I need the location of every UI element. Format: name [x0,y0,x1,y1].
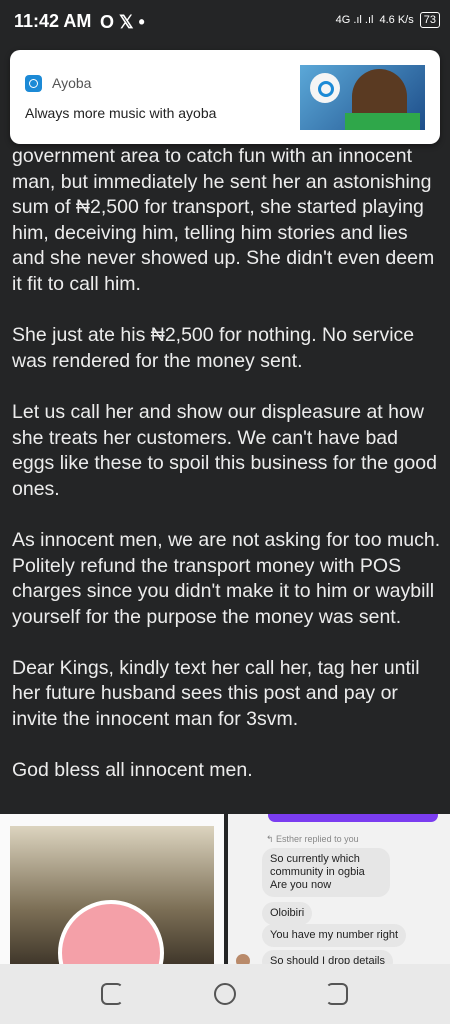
ayoba-app-icon [25,75,42,92]
system-nav-bar [0,964,450,1024]
post-paragraph: As innocent men, we are not asking for t… [12,528,441,628]
ayoba-logo-icon [310,73,340,103]
back-icon[interactable] [326,983,348,1005]
post-photo[interactable] [0,814,224,964]
status-notification-icons: O 𝕏 • [100,12,145,32]
post-paragraph: Let us call her and show our displeasure… [12,400,437,500]
recent-apps-icon[interactable] [101,983,123,1005]
chat-avatar [236,954,250,964]
battery-icon: 73 [419,12,440,28]
chat-bubble: So currently which community in ogbia Ar… [262,848,390,897]
post-paragraph: God bless all innocent men. [12,759,253,782]
post-paragraph: Dear Kings, kindly text her call her, ta… [12,656,420,731]
notification-message: Always more music with ayoba [25,105,217,121]
chat-sent-bubble [268,814,438,822]
network-speed: 4.6 K/s [379,14,414,26]
post-body: government area to catch fun with an inn… [12,144,442,809]
notification-banner[interactable]: Ayoba Always more music with ayoba [10,50,440,144]
chat-reply-note: ↰ Esther replied to you [266,834,359,844]
post-images[interactable]: ↰ Esther replied to you So currently whi… [0,814,450,964]
chat-bubble: Oloibiri [262,902,313,925]
home-icon[interactable] [214,983,236,1005]
chat-bubble: So should I drop details [262,950,393,964]
signal-icon: 4G .ıl .ıl [335,14,374,26]
status-time: 11:42 AM [14,11,92,31]
notification-image [300,65,425,130]
chat-bubble: You have my number right [262,924,406,947]
notification-app-name: Ayoba [52,75,92,91]
thumb-shirt [345,113,420,130]
status-right-group: 4G .ıl .ıl 4.6 K/s 73 [336,12,440,28]
status-bar: 11:42 AM O 𝕏 • 4G .ıl .ıl 4.6 K/s 73 [0,0,450,44]
post-paragraph: She just ate his ₦2,500 for nothing. No … [12,324,415,372]
post-paragraph: government area to catch fun with an inn… [12,145,435,295]
chat-screenshot[interactable]: ↰ Esther replied to you So currently whi… [228,814,450,964]
